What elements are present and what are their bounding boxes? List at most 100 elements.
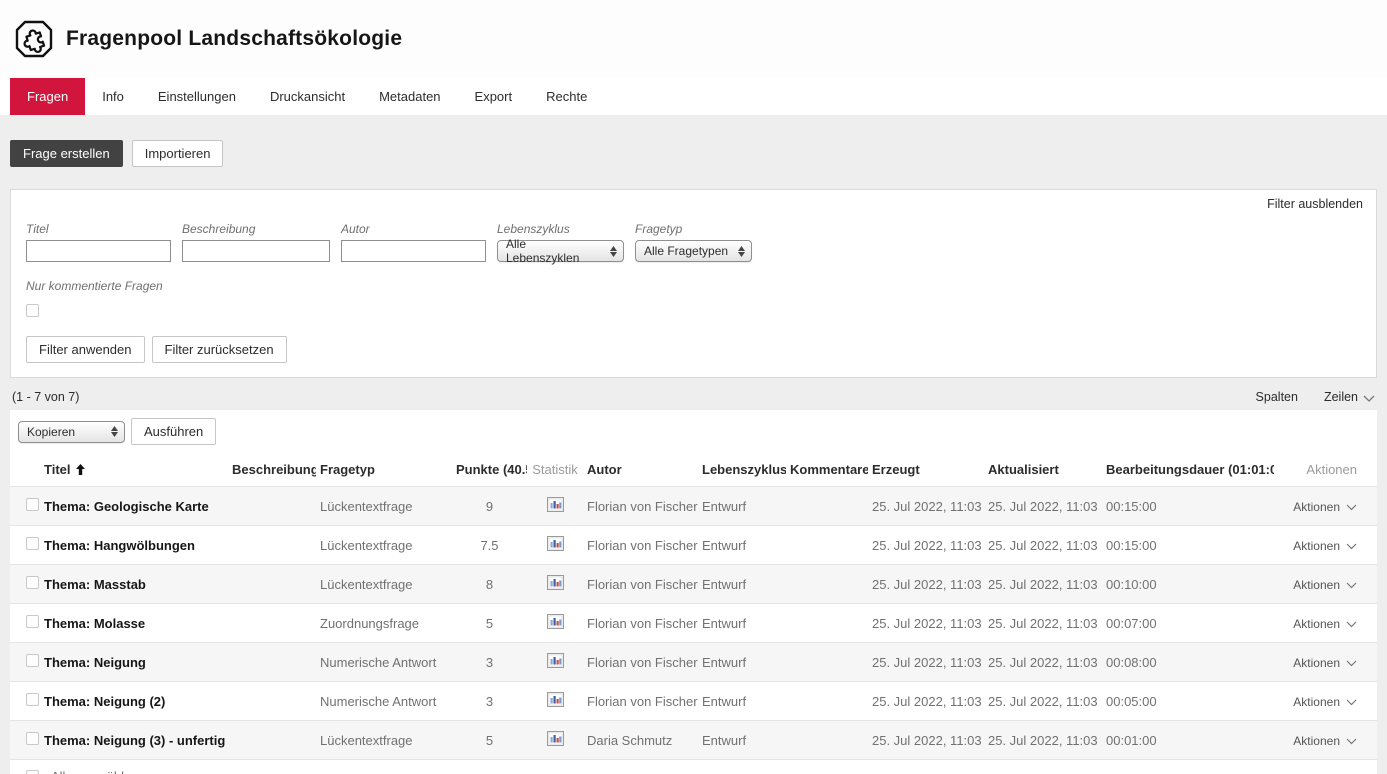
question-table-container: Kopieren Ausführen Titel Beschreibung Fr… bbox=[10, 410, 1377, 774]
table-row: Thema: Geologische Karte Lückentextfrage… bbox=[10, 487, 1377, 526]
question-updated: 25. Jul 2022, 11:03 bbox=[984, 604, 1102, 643]
question-type: Lückentextfrage bbox=[316, 487, 452, 526]
tab-druckansicht[interactable]: Druckansicht bbox=[253, 78, 362, 115]
row-actions-label: Aktionen bbox=[1293, 617, 1340, 631]
statistics-chart-icon[interactable] bbox=[547, 653, 564, 671]
filter-label-lebenszyklus: Lebenszyklus bbox=[497, 222, 624, 236]
question-title[interactable]: Thema: Neigung bbox=[40, 643, 228, 682]
statistics-chart-icon[interactable] bbox=[547, 692, 564, 710]
question-created: 25. Jul 2022, 11:03 bbox=[868, 643, 984, 682]
question-created: 25. Jul 2022, 11:03 bbox=[868, 487, 984, 526]
question-points: 5 bbox=[452, 721, 527, 760]
column-header-aktualisiert[interactable]: Aktualisiert bbox=[984, 453, 1102, 487]
import-button[interactable]: Importieren bbox=[132, 140, 224, 167]
apply-filter-button[interactable]: Filter anwenden bbox=[26, 336, 145, 363]
question-comments bbox=[786, 565, 868, 604]
filter-label-beschreibung: Beschreibung bbox=[182, 222, 330, 236]
question-description bbox=[228, 565, 316, 604]
statistics-chart-icon[interactable] bbox=[547, 536, 564, 554]
row-checkbox[interactable] bbox=[26, 693, 39, 706]
row-checkbox[interactable] bbox=[26, 654, 39, 667]
filter-field-autor: Autor bbox=[341, 222, 486, 262]
tab-einstellungen[interactable]: Einstellungen bbox=[141, 78, 253, 115]
create-question-button[interactable]: Frage erstellen bbox=[10, 140, 123, 167]
column-header-autor[interactable]: Autor bbox=[583, 453, 698, 487]
question-title[interactable]: Thema: Neigung (2) bbox=[40, 682, 228, 721]
column-header-titel[interactable]: Titel bbox=[40, 453, 228, 487]
column-header-bearbeitungsdauer[interactable]: Bearbeitungsdauer (01:01:00) bbox=[1102, 453, 1274, 487]
statistics-chart-icon[interactable] bbox=[547, 731, 564, 749]
lebenszyklus-select-value: Alle Lebenszyklen bbox=[506, 237, 602, 265]
question-duration: 00:15:00 bbox=[1102, 526, 1274, 565]
select-arrows-icon bbox=[738, 246, 745, 257]
fragetyp-select[interactable]: Alle Fragetypen bbox=[635, 240, 752, 262]
row-actions-dropdown[interactable]: Aktionen bbox=[1293, 695, 1357, 709]
question-duration: 00:07:00 bbox=[1102, 604, 1274, 643]
column-header-punkte[interactable]: Punkte (40.5) bbox=[452, 453, 527, 487]
question-author: Florian von Fischer bbox=[583, 643, 698, 682]
tab-rechte[interactable]: Rechte bbox=[529, 78, 604, 115]
tab-export[interactable]: Export bbox=[458, 78, 530, 115]
chevron-down-icon bbox=[1346, 543, 1357, 550]
row-checkbox[interactable] bbox=[26, 576, 39, 589]
autor-input[interactable] bbox=[341, 240, 486, 262]
commented-only-checkbox[interactable] bbox=[26, 304, 39, 317]
tab-metadaten[interactable]: Metadaten bbox=[362, 78, 457, 115]
bulk-action-value-top: Kopieren bbox=[27, 425, 75, 439]
statistics-chart-icon[interactable] bbox=[547, 575, 564, 593]
statistics-chart-icon[interactable] bbox=[547, 614, 564, 632]
select-all-checkbox[interactable] bbox=[26, 770, 39, 774]
chevron-down-icon bbox=[1363, 395, 1375, 402]
question-title[interactable]: Thema: Hangwölbungen bbox=[40, 526, 228, 565]
question-duration: 00:05:00 bbox=[1102, 682, 1274, 721]
row-checkbox[interactable] bbox=[26, 498, 39, 511]
titel-input[interactable] bbox=[26, 240, 171, 262]
row-actions-label: Aktionen bbox=[1293, 500, 1340, 514]
question-comments bbox=[786, 682, 868, 721]
question-type: Zuordnungsfrage bbox=[316, 604, 452, 643]
tab-fragen[interactable]: Fragen bbox=[10, 78, 85, 115]
row-checkbox[interactable] bbox=[26, 615, 39, 628]
fragetyp-select-value: Alle Fragetypen bbox=[644, 244, 728, 258]
question-updated: 25. Jul 2022, 11:03 bbox=[984, 721, 1102, 760]
question-title[interactable]: Thema: Molasse bbox=[40, 604, 228, 643]
question-author: Florian von Fischer bbox=[583, 682, 698, 721]
row-actions-dropdown[interactable]: Aktionen bbox=[1293, 578, 1357, 592]
lebenszyklus-select[interactable]: Alle Lebenszyklen bbox=[497, 240, 624, 262]
question-lifecycle: Entwurf bbox=[698, 526, 786, 565]
row-checkbox[interactable] bbox=[26, 537, 39, 550]
question-type: Numerische Antwort bbox=[316, 643, 452, 682]
question-points: 5 bbox=[452, 604, 527, 643]
question-duration: 00:08:00 bbox=[1102, 643, 1274, 682]
row-actions-dropdown[interactable]: Aktionen bbox=[1293, 617, 1357, 631]
tab-info[interactable]: Info bbox=[85, 78, 141, 115]
rows-selector-link[interactable]: Zeilen bbox=[1324, 390, 1375, 404]
question-comments bbox=[786, 721, 868, 760]
beschreibung-input[interactable] bbox=[182, 240, 330, 262]
question-title[interactable]: Thema: Geologische Karte bbox=[40, 487, 228, 526]
table-header-row: Titel Beschreibung Fragetyp Punkte (40.5… bbox=[10, 453, 1377, 487]
hide-filter-link[interactable]: Filter ausblenden bbox=[1267, 197, 1363, 211]
column-header-erzeugt[interactable]: Erzeugt bbox=[868, 453, 984, 487]
column-header-fragetyp[interactable]: Fragetyp bbox=[316, 453, 452, 487]
execute-button-top[interactable]: Ausführen bbox=[131, 418, 216, 445]
question-points: 3 bbox=[452, 682, 527, 721]
row-checkbox[interactable] bbox=[26, 732, 39, 745]
question-type: Lückentextfrage bbox=[316, 526, 452, 565]
row-actions-dropdown[interactable]: Aktionen bbox=[1293, 539, 1357, 553]
column-header-kommentare[interactable]: Kommentare bbox=[786, 453, 868, 487]
row-actions-dropdown[interactable]: Aktionen bbox=[1293, 500, 1357, 514]
question-type: Numerische Antwort bbox=[316, 682, 452, 721]
statistics-chart-icon[interactable] bbox=[547, 497, 564, 515]
reset-filter-button[interactable]: Filter zurücksetzen bbox=[152, 336, 287, 363]
column-header-lebenszyklus[interactable]: Lebenszyklus bbox=[698, 453, 786, 487]
question-description bbox=[228, 682, 316, 721]
bulk-action-select-top[interactable]: Kopieren bbox=[18, 421, 125, 443]
column-header-beschreibung[interactable]: Beschreibung bbox=[228, 453, 316, 487]
row-actions-label: Aktionen bbox=[1293, 695, 1340, 709]
columns-selector-link[interactable]: Spalten bbox=[1256, 390, 1298, 404]
row-actions-dropdown[interactable]: Aktionen bbox=[1293, 656, 1357, 670]
question-title[interactable]: Thema: Neigung (3) - unfertig bbox=[40, 721, 228, 760]
question-title[interactable]: Thema: Masstab bbox=[40, 565, 228, 604]
row-actions-dropdown[interactable]: Aktionen bbox=[1293, 734, 1357, 748]
